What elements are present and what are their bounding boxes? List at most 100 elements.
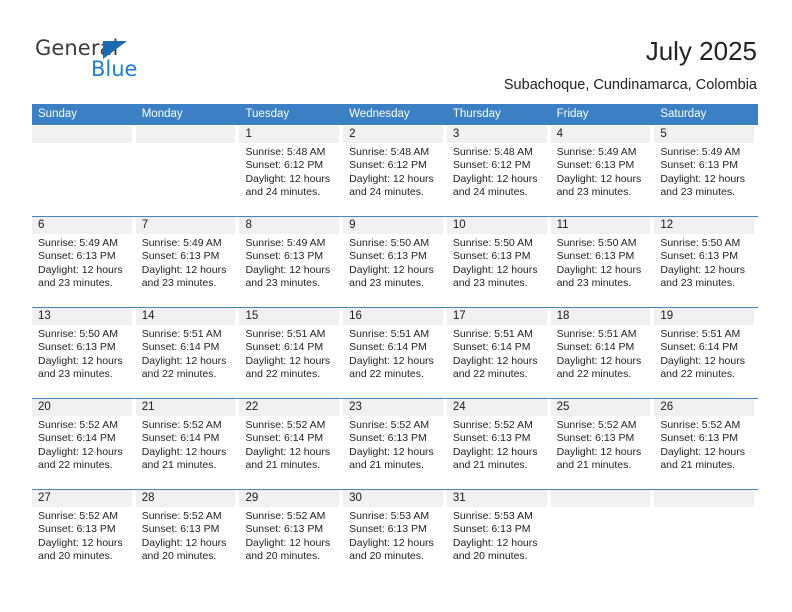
day-cell[interactable]: 1 Sunrise: 5:48 AM Sunset: 6:12 PM Daylight… [239,126,344,216]
sunset-text: Sunset: 6:14 PM [452,341,531,354]
day-number [654,490,755,507]
day-cell[interactable]: 21 Sunrise: 5:52 AM Sunset: 6:14 PM Dayligh… [135,399,240,489]
daylight-text-line2: and 20 minutes. [141,550,217,563]
day-cell[interactable]: 18 Sunrise: 5:51 AM Sunset: 6:14 PM Dayligh… [550,308,655,398]
sunrise-text: Sunrise: 5:52 AM [245,510,326,522]
daylight-text-line2: and 22 minutes. [452,368,528,381]
daylight-text-line2: and 23 minutes. [660,277,736,290]
daylight-text-line2: and 22 minutes. [141,368,217,381]
day-cell[interactable]: 22 Sunrise: 5:52 AM Sunset: 6:14 PM Dayligh… [239,399,344,489]
page-header: General Blue July 2025 Subachoque, Cundi… [0,0,792,100]
sunset-text: Sunset: 6:13 PM [245,523,324,536]
day-cell[interactable]: 9 Sunrise: 5:50 AM Sunset: 6:13 PM Daylight… [343,217,447,307]
daylight-text-line2: and 20 minutes. [38,550,113,563]
day-number: 9 [343,217,443,234]
day-cell[interactable]: 31 Sunrise: 5:53 AM Sunset: 6:13 PM Dayligh… [446,490,551,580]
daylight-text-line1: Daylight: 12 hours [660,445,745,458]
day-cell[interactable]: 14 Sunrise: 5:51 AM Sunset: 6:14 PM Dayligh… [135,308,240,398]
sunrise-text: Sunrise: 5:52 AM [141,510,222,522]
daylight-text-line1: Daylight: 12 hours [349,445,434,458]
sunrise-text: Sunrise: 5:52 AM [349,419,430,431]
day-sun-info: Sunrise: 5:52 AM Sunset: 6:13 PM Daylight:… [447,416,547,473]
daylight-text-line1: Daylight: 12 hours [141,354,227,367]
sunrise-text: Sunrise: 5:52 AM [38,510,118,522]
day-cell[interactable]: 26 Sunrise: 5:52 AM Sunset: 6:13 PM Dayligh… [654,399,759,489]
day-cell[interactable]: 10 Sunrise: 5:50 AM Sunset: 6:13 PM Dayligh… [446,217,551,307]
day-sun-info: Sunrise: 5:50 AM Sunset: 6:13 PM Daylight:… [343,234,443,291]
daylight-text-line1: Daylight: 12 hours [245,536,331,549]
sunrise-text: Sunrise: 5:49 AM [556,146,637,158]
day-cell[interactable]: 20 Sunrise: 5:52 AM Sunset: 6:14 PM Dayligh… [32,399,136,489]
day-cell[interactable]: 27 Sunrise: 5:52 AM Sunset: 6:13 PM Dayligh… [32,490,136,580]
sunrise-text: Sunrise: 5:50 AM [660,237,741,249]
calendar-week-row: 27 Sunrise: 5:52 AM Sunset: 6:13 PM Dayligh… [32,489,759,580]
day-cell[interactable]: 3 Sunrise: 5:48 AM Sunset: 6:12 PM Daylight… [446,126,551,216]
day-cell[interactable]: 7 Sunrise: 5:49 AM Sunset: 6:13 PM Daylight… [135,217,240,307]
day-sun-info: Sunrise: 5:48 AM Sunset: 6:12 PM Daylight:… [343,143,443,200]
day-sun-info: Sunrise: 5:53 AM Sunset: 6:13 PM Daylight:… [447,507,547,564]
day-number: 13 [32,308,132,325]
sunrise-text: Sunrise: 5:51 AM [452,328,533,340]
day-sun-info: Sunrise: 5:52 AM Sunset: 6:13 PM Daylight:… [239,507,339,564]
sunrise-text: Sunrise: 5:51 AM [349,328,430,340]
daylight-text-line1: Daylight: 12 hours [349,536,434,549]
sunset-text: Sunset: 6:13 PM [38,341,116,354]
page-subtitle: Subachoque, Cundinamarca, Colombia [503,77,757,93]
day-sun-info: Sunrise: 5:49 AM Sunset: 6:13 PM Daylight:… [654,143,754,200]
sunset-text: Sunset: 6:14 PM [660,341,738,354]
daylight-text-line1: Daylight: 12 hours [660,354,745,367]
day-cell[interactable]: 12 Sunrise: 5:50 AM Sunset: 6:13 PM Dayligh… [654,217,759,307]
day-number: 19 [654,308,755,325]
day-sun-info: Sunrise: 5:51 AM Sunset: 6:14 PM Daylight:… [343,325,443,382]
day-cell[interactable]: 24 Sunrise: 5:52 AM Sunset: 6:13 PM Dayligh… [446,399,551,489]
day-cell[interactable]: 2 Sunrise: 5:48 AM Sunset: 6:12 PM Daylight… [343,126,447,216]
day-sun-info: Sunrise: 5:49 AM Sunset: 6:13 PM Daylight:… [32,234,132,291]
sunrise-text: Sunrise: 5:52 AM [660,419,741,431]
daylight-text-line1: Daylight: 12 hours [349,172,434,185]
daylight-text-line2: and 24 minutes. [452,186,528,199]
daylight-text-line2: and 22 minutes. [245,368,321,381]
day-cell[interactable]: 23 Sunrise: 5:52 AM Sunset: 6:13 PM Dayligh… [343,399,447,489]
day-cell[interactable]: 17 Sunrise: 5:51 AM Sunset: 6:14 PM Dayligh… [446,308,551,398]
day-cell[interactable]: 15 Sunrise: 5:51 AM Sunset: 6:14 PM Dayligh… [239,308,344,398]
day-sun-info: Sunrise: 5:50 AM Sunset: 6:13 PM Daylight:… [447,234,547,291]
daylight-text-line2: and 22 minutes. [556,368,632,381]
sunrise-text: Sunrise: 5:51 AM [556,328,637,340]
day-number: 7 [135,217,236,234]
daylight-text-line2: and 23 minutes. [556,277,632,290]
day-cell[interactable]: 11 Sunrise: 5:50 AM Sunset: 6:13 PM Dayligh… [550,217,655,307]
day-sun-info: Sunrise: 5:48 AM Sunset: 6:12 PM Daylight:… [447,143,547,200]
daylight-text-line2: and 23 minutes. [245,277,321,290]
day-cell[interactable]: 16 Sunrise: 5:51 AM Sunset: 6:14 PM Dayligh… [343,308,447,398]
day-cell[interactable]: 6 Sunrise: 5:49 AM Sunset: 6:13 PM Daylight… [32,217,136,307]
day-cell[interactable]: 25 Sunrise: 5:52 AM Sunset: 6:13 PM Dayligh… [550,399,655,489]
sunrise-text: Sunrise: 5:52 AM [141,419,222,431]
day-sun-info: Sunrise: 5:51 AM Sunset: 6:14 PM Daylight:… [654,325,754,382]
day-number: 18 [550,308,651,325]
day-cell[interactable]: 4 Sunrise: 5:49 AM Sunset: 6:13 PM Daylight… [550,126,655,216]
day-cell-empty [135,126,240,216]
daylight-text-line2: and 21 minutes. [349,459,424,472]
daylight-text-line2: and 23 minutes. [38,368,113,381]
sunrise-text: Sunrise: 5:49 AM [660,146,741,158]
general-blue-logo[interactable]: General Blue [35,36,255,86]
daylight-text-line2: and 20 minutes. [452,550,528,563]
daylight-text-line2: and 23 minutes. [660,186,736,199]
day-cell[interactable]: 29 Sunrise: 5:52 AM Sunset: 6:13 PM Dayligh… [239,490,344,580]
day-number: 16 [343,308,443,325]
sunset-text: Sunset: 6:13 PM [141,523,220,536]
day-cell[interactable]: 13 Sunrise: 5:50 AM Sunset: 6:13 PM Dayligh… [32,308,136,398]
day-sun-info: Sunrise: 5:48 AM Sunset: 6:12 PM Daylight:… [239,143,339,200]
day-cell[interactable]: 30 Sunrise: 5:53 AM Sunset: 6:13 PM Dayligh… [343,490,447,580]
weekday-friday: Friday [556,108,589,120]
sunrise-text: Sunrise: 5:51 AM [245,328,326,340]
sunset-text: Sunset: 6:13 PM [38,523,116,536]
day-cell[interactable]: 28 Sunrise: 5:52 AM Sunset: 6:13 PM Dayligh… [135,490,240,580]
day-cell[interactable]: 19 Sunrise: 5:51 AM Sunset: 6:14 PM Dayligh… [654,308,759,398]
sunset-text: Sunset: 6:13 PM [556,159,635,172]
day-number: 11 [550,217,651,234]
daylight-text-line2: and 22 minutes. [349,368,424,381]
day-cell[interactable]: 8 Sunrise: 5:49 AM Sunset: 6:13 PM Daylight… [239,217,344,307]
day-cell[interactable]: 5 Sunrise: 5:49 AM Sunset: 6:13 PM Daylight… [654,126,759,216]
sunset-text: Sunset: 6:13 PM [349,432,427,445]
